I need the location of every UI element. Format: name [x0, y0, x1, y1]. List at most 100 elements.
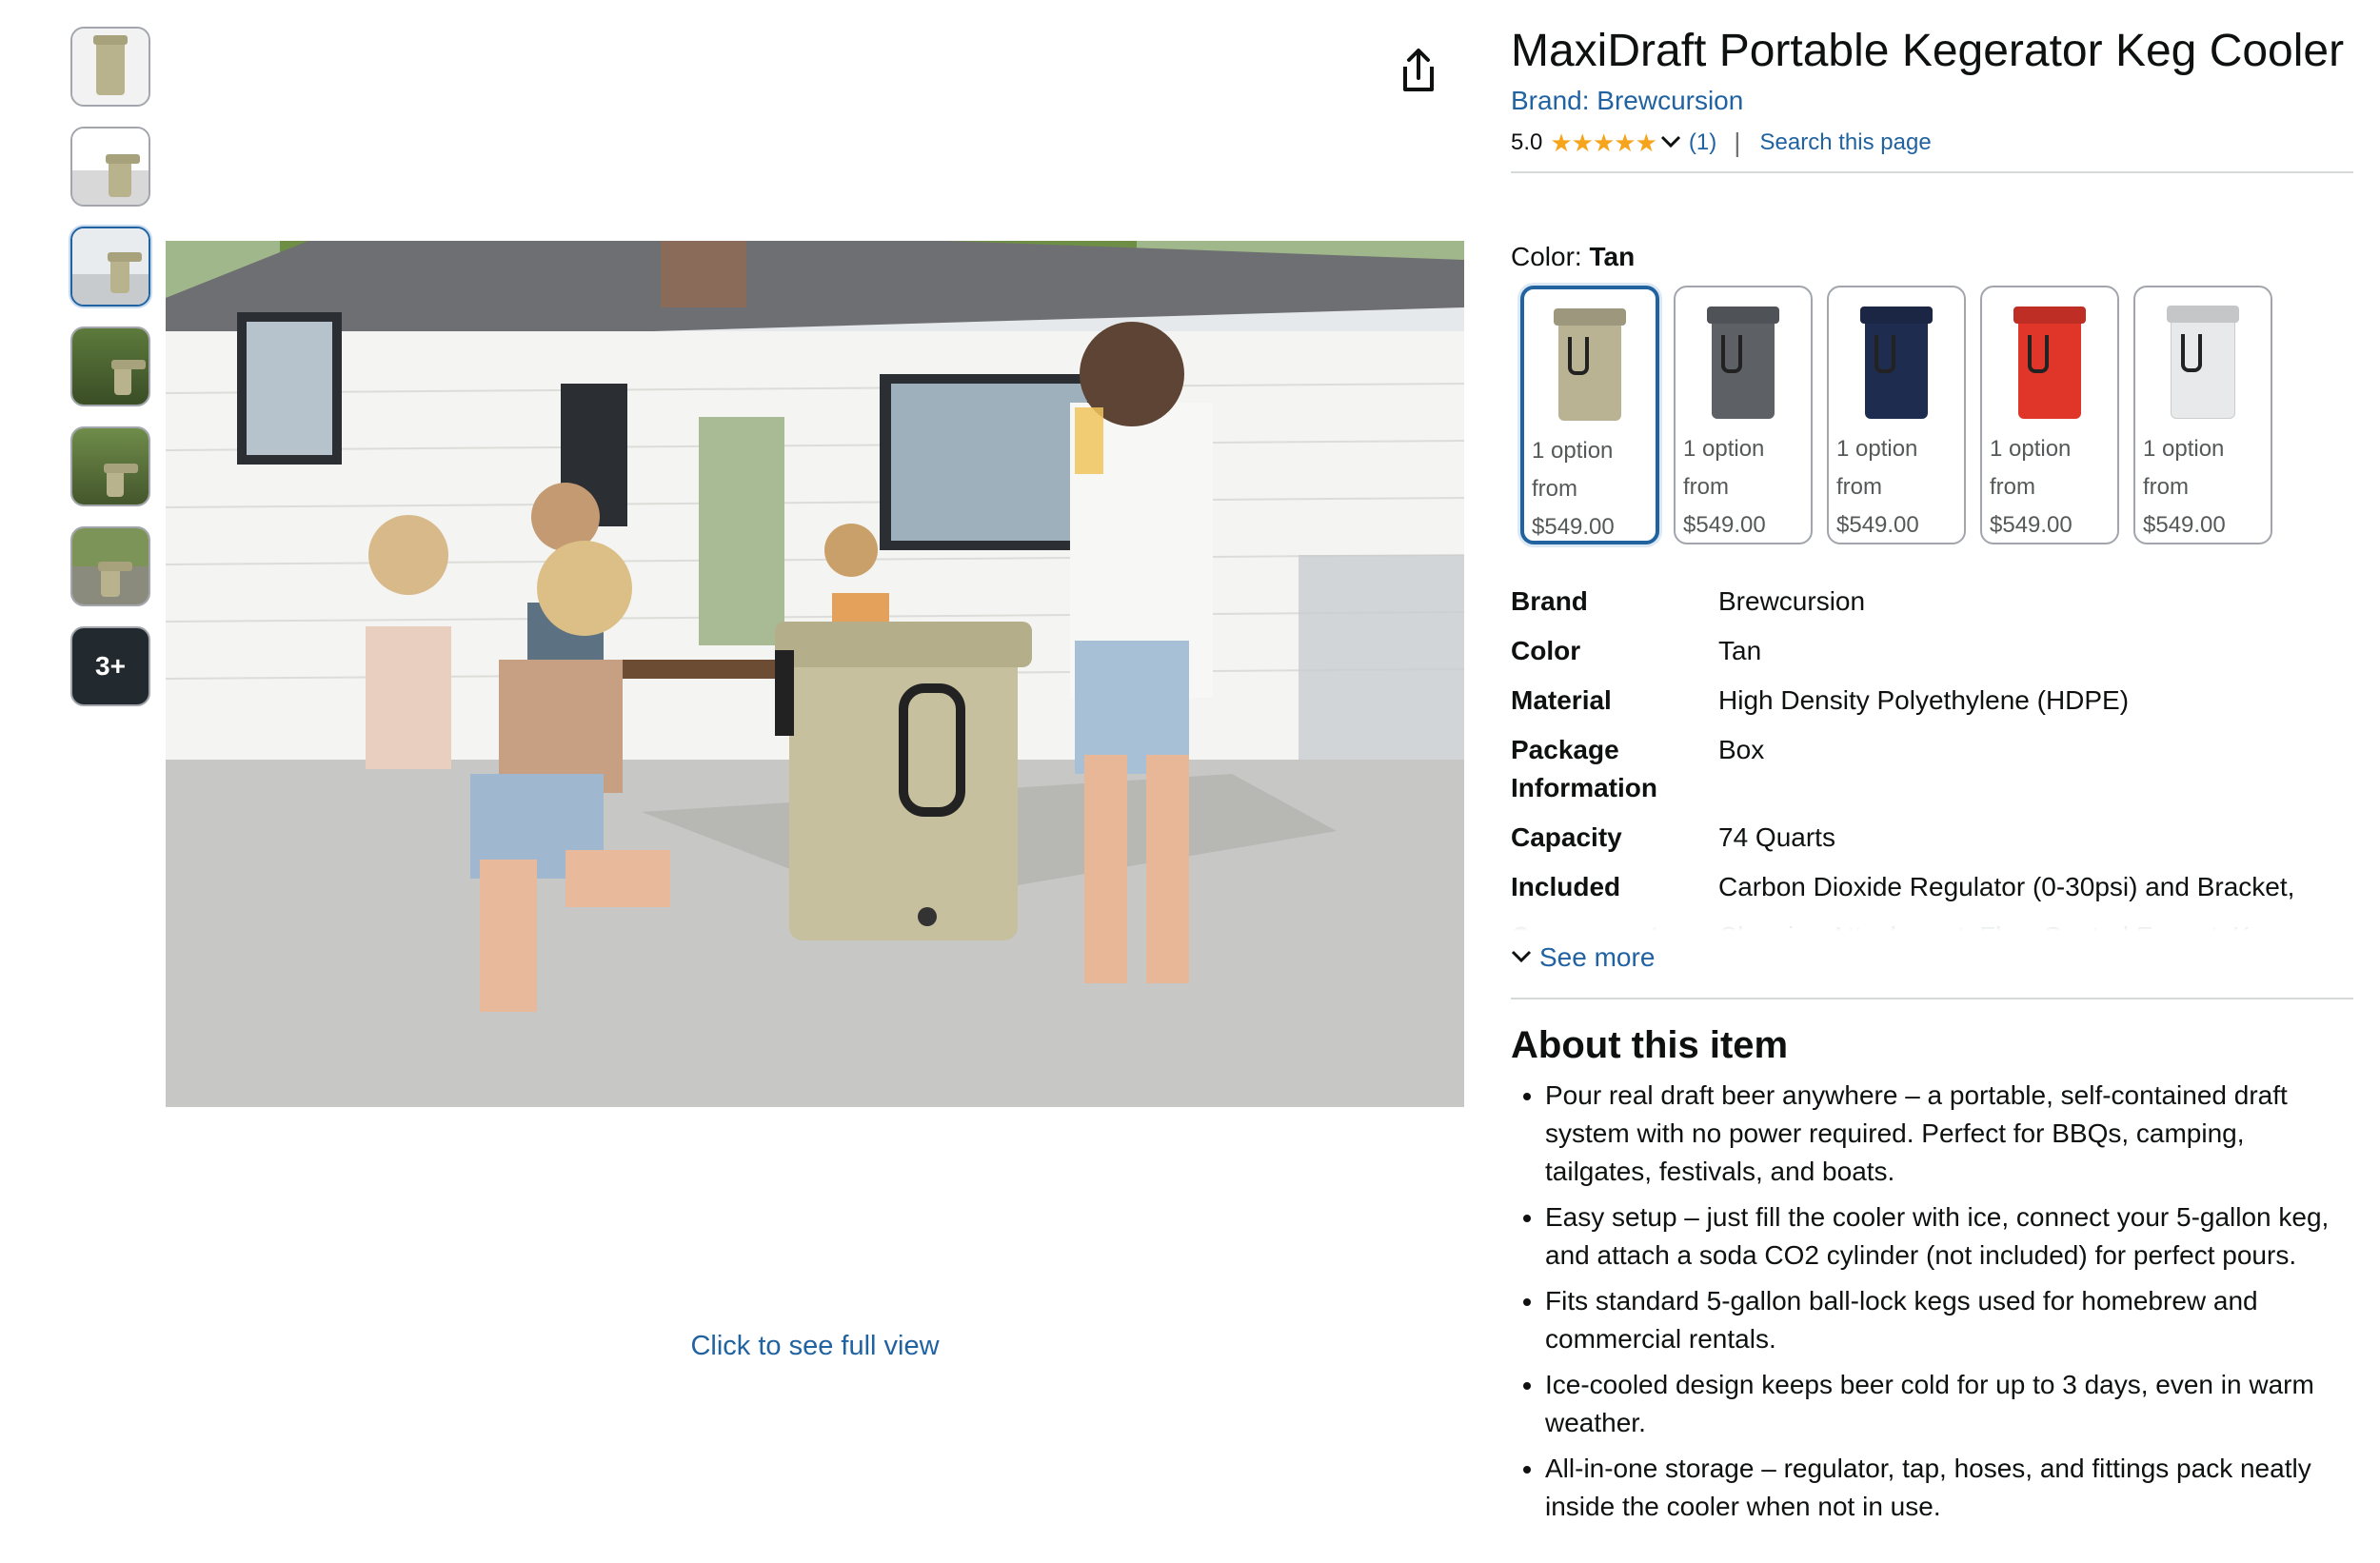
color-swatch-navy[interactable]: 1 option from $549.00 [1827, 286, 1966, 544]
swatch-text: 1 option from $549.00 [1532, 432, 1615, 546]
main-product-image[interactable] [166, 241, 1464, 1107]
swatch-from: from [2143, 474, 2189, 500]
color-selector-label: Color: Tan [1511, 242, 2353, 272]
review-count-link[interactable]: (1) [1689, 129, 1716, 156]
swatch-price: $549.00 [1990, 512, 2073, 538]
keg-image [2018, 312, 2081, 419]
spec-key: Brand [1511, 586, 1588, 616]
swatch-option-count: 1 option [1990, 436, 2072, 462]
thumbnail-2[interactable] [70, 127, 150, 207]
keg-image [1865, 312, 1928, 419]
brand-link[interactable]: Brand: Brewcursion [1511, 86, 2353, 116]
swatch-text: 1 option from $549.00 [1836, 430, 1919, 544]
swatch-price: $549.00 [2143, 512, 2226, 538]
swatch-text: 1 option from $549.00 [1990, 430, 2073, 544]
spec-row: Material High Density Polyethylene (HDPE) [1511, 682, 2353, 720]
swatch-from: from [1990, 474, 2035, 500]
spec-value: Carbon Dioxide Regulator (0-30psi) and B… [1718, 872, 2295, 901]
spec-value: High Density Polyethylene (HDPE) [1718, 685, 2130, 715]
share-icon[interactable] [1398, 48, 1439, 95]
thumbnail-5[interactable] [70, 426, 150, 506]
swatch-image [2145, 295, 2261, 419]
thumbnail-3[interactable] [70, 227, 150, 307]
spec-table: Brand Brewcursion Color Tan Material High Den… [1511, 583, 2353, 906]
spec-row: Included Carbon Dioxide Regulator (0-30ps… [1511, 868, 2353, 906]
color-swatches: 1 option from $549.00 1 option from $549.00 1 … [1520, 286, 2353, 544]
keg-thumbnail-image [108, 252, 142, 293]
thumbnail-6[interactable] [70, 526, 150, 606]
spec-row-cutoff: Components Cleaning Attachment, Flow Con… [1511, 918, 2353, 931]
spec-value: Box [1718, 735, 1765, 764]
spec-row: Capacity 74 Quarts [1511, 819, 2353, 857]
color-swatch-white[interactable]: 1 option from $549.00 [2133, 286, 2272, 544]
about-bullet: Pour real draft beer anywhere – a portab… [1545, 1077, 2353, 1191]
spec-value: Cleaning Attachment, Flow Control Faucet… [1718, 918, 2353, 931]
spec-key: Color [1511, 636, 1581, 665]
spec-row: Color Tan [1511, 632, 2353, 670]
see-more-label: See more [1539, 942, 1656, 972]
swatch-price: $549.00 [1836, 512, 1919, 538]
spec-value: 74 Quarts [1718, 822, 1835, 852]
swatch-price: $549.00 [1683, 512, 1766, 538]
swatch-text: 1 option from $549.00 [1683, 430, 1766, 544]
full-view-link[interactable]: Click to see full view [166, 1331, 1464, 1362]
color-swatch-red[interactable]: 1 option from $549.00 [1980, 286, 2119, 544]
keg-thumbnail-image [98, 562, 132, 597]
keg-thumbnail-image [106, 154, 140, 197]
product-details: MaxiDraft Portable Kegerator Keg Cooler … [1511, 21, 2353, 1533]
rating-value: 5.0 [1511, 129, 1543, 155]
more-images-button[interactable]: 3+ [70, 626, 150, 706]
about-bullet: Fits standard 5-gallon ball-lock kegs us… [1545, 1282, 2353, 1358]
keg-image [2171, 310, 2235, 419]
color-label-text: Color: [1511, 242, 1582, 271]
color-swatch-gray[interactable]: 1 option from $549.00 [1674, 286, 1813, 544]
swatch-from: from [1532, 476, 1577, 502]
swatch-image [1838, 295, 1954, 419]
chevron-down-icon [1511, 945, 1532, 970]
keg-image [1712, 312, 1775, 419]
spec-row: Package Information Box [1511, 731, 2353, 807]
thumbnail-strip: 3+ [70, 27, 150, 726]
swatch-image [1992, 295, 2108, 419]
thumbnail-4[interactable] [70, 326, 150, 406]
about-bullet: Ice-cooled design keeps beer cold for up… [1545, 1366, 2353, 1442]
chevron-down-icon[interactable] [1660, 129, 1681, 156]
about-bullet: All-in-one storage – regulator, tap, hos… [1545, 1450, 2353, 1526]
patio-scene-image [166, 241, 1464, 1107]
selected-color-name: Tan [1589, 242, 1636, 271]
swatch-option-count: 1 option [1836, 436, 1918, 462]
more-images-label: 3+ [95, 651, 126, 681]
star-rating-icon[interactable]: ★★★★★ [1550, 129, 1657, 158]
product-title: MaxiDraft Portable Kegerator Keg Cooler [1511, 26, 2345, 76]
keg-thumbnail-image [111, 360, 146, 395]
spec-key: Capacity [1511, 822, 1622, 852]
about-bullet: Easy setup – just fill the cooler with i… [1545, 1198, 2353, 1275]
about-heading: About this item [1511, 1024, 1789, 1066]
spec-key: Components [1511, 918, 1718, 931]
spec-key: Included [1511, 872, 1621, 901]
divider [1511, 171, 2353, 173]
keg-thumbnail-image [93, 35, 128, 95]
swatch-price: $549.00 [1532, 514, 1615, 540]
swatch-image [1534, 297, 1646, 421]
spec-value: Tan [1718, 636, 1762, 665]
swatch-text: 1 option from $549.00 [2143, 430, 2226, 544]
keg-image [1558, 314, 1621, 421]
swatch-option-count: 1 option [1683, 436, 1765, 462]
spec-row: Brand Brewcursion [1511, 583, 2353, 621]
spec-key: Package Information [1511, 735, 1657, 802]
divider [1511, 998, 2353, 999]
rating-row: 5.0 ★★★★★ (1) | Search this page [1511, 126, 2353, 160]
swatch-option-count: 1 option [1532, 438, 1614, 464]
swatch-from: from [1683, 474, 1729, 500]
separator: | [1734, 128, 1741, 157]
see-more-button[interactable]: See more [1511, 942, 2353, 973]
spec-key: Material [1511, 685, 1612, 715]
search-page-link[interactable]: Search this page [1760, 129, 1932, 156]
about-bullets: Pour real draft beer anywhere – a portab… [1511, 1077, 2353, 1526]
spec-value: Brewcursion [1718, 586, 1866, 616]
thumbnail-1[interactable] [70, 27, 150, 107]
color-swatch-tan[interactable]: 1 option from $549.00 [1520, 286, 1659, 544]
swatch-option-count: 1 option [2143, 436, 2225, 462]
keg-thumbnail-image [104, 464, 138, 497]
